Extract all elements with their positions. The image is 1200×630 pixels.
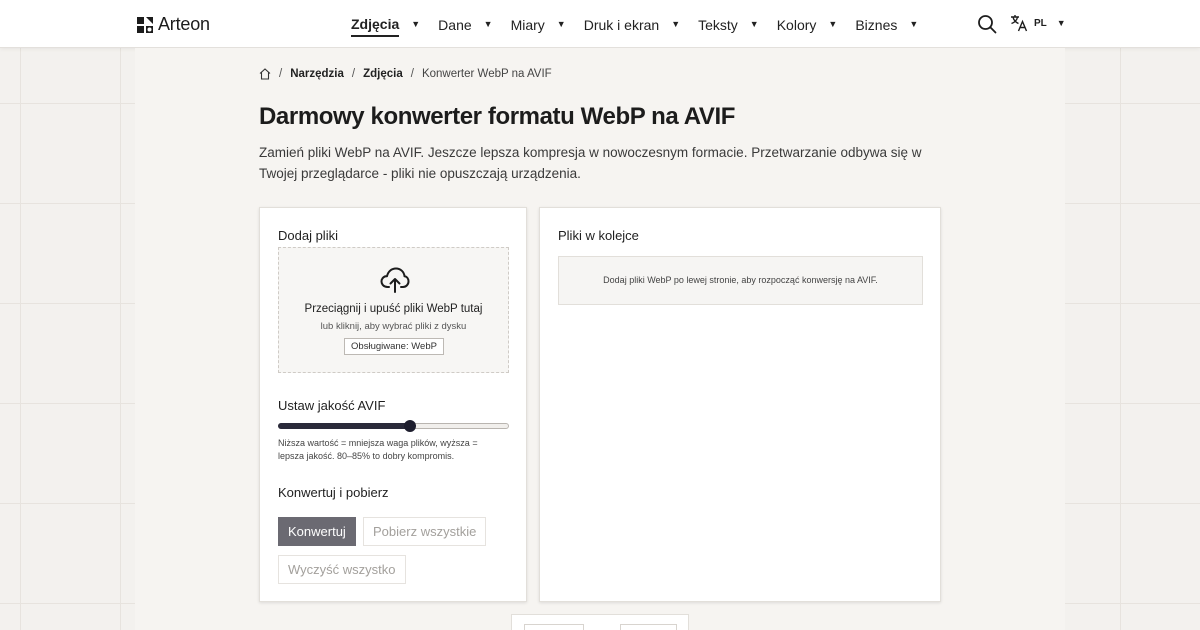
translate-icon (1011, 15, 1028, 32)
convert-button[interactable]: Konwertuj (278, 517, 356, 546)
queue-empty-message: Dodaj pliki WebP po lewej stronie, aby r… (558, 256, 923, 305)
quality-slider[interactable] (278, 420, 509, 432)
queue-panel: Pliki w kolejce Dodaj pliki WebP po lewe… (539, 207, 941, 602)
search-icon[interactable] (977, 14, 997, 34)
download-all-button[interactable]: Pobierz wszystkie (363, 517, 487, 546)
nav-label: Miary (510, 16, 545, 33)
logo-icon (137, 16, 153, 33)
nav-label: Kolory (776, 16, 817, 33)
clear-all-button[interactable]: Wyczyść wszystko (278, 555, 406, 584)
file-dropzone[interactable]: Przeciągnij i upuść pliki WebP tutaj lub… (278, 247, 509, 373)
page-title: Darmowy konwerter formatu WebP na AVIF (259, 103, 736, 130)
breadcrumb-separator: / (410, 68, 414, 80)
caret-down-icon: ▼ (1056, 18, 1066, 28)
slider-fill (278, 423, 410, 429)
bottom-partial-panel (511, 614, 689, 630)
language-code: PL (1034, 17, 1047, 29)
home-icon[interactable] (259, 68, 271, 80)
quality-title: Ustaw jakość AVIF (278, 398, 386, 413)
nav-item-druk-i-ekran[interactable]: Druk i ekran ▼ (584, 13, 680, 36)
main-content: / Narzędzia / Zdjęcia / Konwerter WebP n… (135, 48, 1065, 630)
add-files-title: Dodaj pliki (278, 228, 338, 243)
page-description: Zamień pliki WebP na AVIF. Jeszcze lepsz… (259, 145, 922, 181)
caret-down-icon: ▼ (909, 19, 919, 29)
dropzone-subtitle: lub kliknij, aby wybrać pliki z dysku (320, 321, 467, 332)
language-switcher[interactable]: PL ▼ (1010, 14, 1066, 32)
caret-down-icon: ▼ (483, 19, 493, 29)
logo-text: Arteon (158, 14, 210, 34)
actions-title: Konwertuj i pobierz (278, 485, 389, 500)
caret-down-icon: ▼ (556, 19, 566, 29)
bottom-control[interactable] (524, 624, 584, 630)
converter-panel: Dodaj pliki Przeciągnij i upuść pliki We… (259, 207, 527, 602)
logo[interactable]: Arteon (137, 14, 210, 35)
quality-hint: Niższa wartość = mniejsza waga plików, w… (278, 438, 478, 461)
supported-format-badge: Obsługiwane: WebP (344, 338, 444, 355)
slider-thumb[interactable] (403, 420, 416, 432)
breadcrumb: / Narzędzia / Zdjęcia / Konwerter WebP n… (259, 68, 552, 80)
dropzone-title: Przeciągnij i upuść pliki WebP tutaj (304, 303, 483, 315)
top-header: Arteon Zdjęcia ▼ Dane ▼ Miary ▼ Druk i e… (0, 0, 1200, 48)
breadcrumb-separator: / (279, 68, 283, 80)
caret-down-icon: ▼ (828, 19, 838, 29)
main-nav: Zdjęcia ▼ Dane ▼ Miary ▼ Druk i ekran ▼ … (351, 0, 936, 48)
nav-item-kolory[interactable]: Kolory ▼ (777, 13, 838, 36)
queue-title: Pliki w kolejce (558, 228, 639, 243)
bottom-control[interactable] (620, 624, 677, 630)
nav-item-teksty[interactable]: Teksty ▼ (698, 13, 759, 36)
cloud-upload-icon (380, 267, 410, 293)
nav-label: Zdjęcia (351, 12, 400, 37)
nav-label: Druk i ekran (583, 16, 660, 33)
nav-label: Dane (438, 16, 472, 33)
nav-item-zdjecia[interactable]: Zdjęcia ▼ (351, 12, 420, 37)
nav-item-dane[interactable]: Dane ▼ (438, 13, 492, 36)
caret-down-icon: ▼ (671, 19, 681, 29)
nav-label: Biznes (855, 16, 898, 33)
breadcrumb-narzedzia[interactable]: Narzędzia (290, 68, 344, 80)
breadcrumb-current: Konwerter WebP na AVIF (421, 68, 552, 80)
nav-item-miary[interactable]: Miary ▼ (511, 13, 566, 36)
breadcrumb-zdjecia[interactable]: Zdjęcia (363, 68, 403, 80)
nav-item-biznes[interactable]: Biznes ▼ (855, 13, 918, 36)
caret-down-icon: ▼ (411, 19, 421, 29)
caret-down-icon: ▼ (749, 19, 759, 29)
nav-label: Teksty (698, 16, 738, 33)
breadcrumb-separator: / (351, 68, 356, 80)
